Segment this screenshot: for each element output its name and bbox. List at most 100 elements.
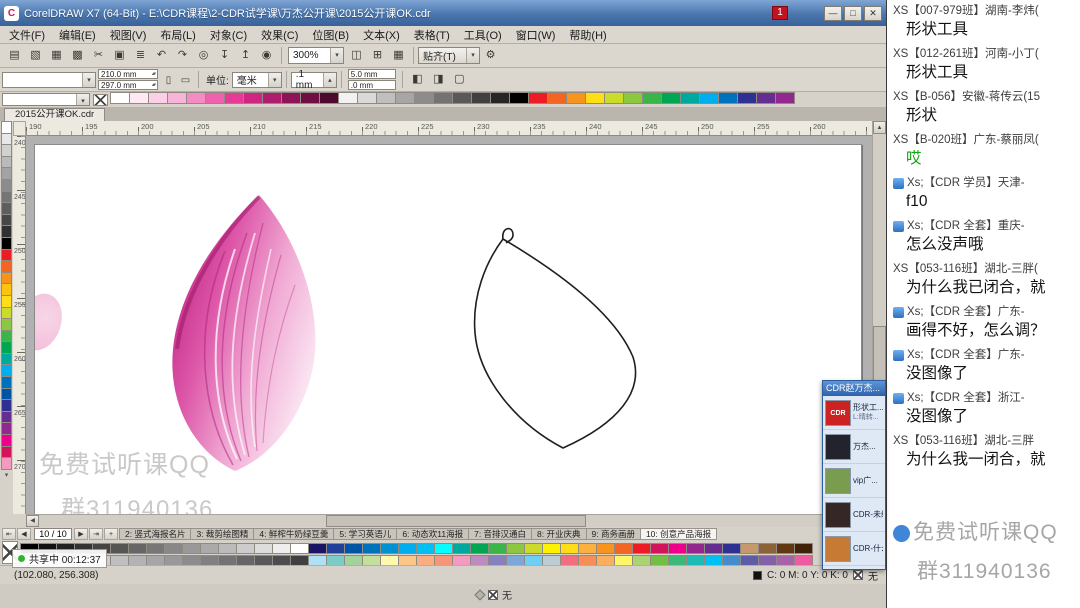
group-member-item[interactable]: 万杰... [823, 430, 885, 464]
document-palette-swatch[interactable] [642, 91, 662, 104]
menu-item-7[interactable]: 文本(X) [356, 26, 407, 44]
page-width-field[interactable]: 210.0 mm ▴▾ [98, 69, 158, 79]
portrait-button[interactable]: ▯ [161, 71, 176, 89]
page-tab-6[interactable]: 8: 开业庆典 [531, 528, 587, 540]
menu-item-2[interactable]: 视图(V) [103, 26, 154, 44]
document-palette-swatch[interactable] [756, 91, 776, 104]
document-palette-swatch[interactable] [737, 91, 757, 104]
document-palette-swatch[interactable] [167, 91, 187, 104]
units-select[interactable]: 毫米 ▾ [231, 71, 282, 88]
page-tab-3[interactable]: 5: 学习英语儿 [333, 528, 398, 540]
page-tab-0[interactable]: 2: 竖式海报名片 [119, 528, 192, 540]
previous-page-icon[interactable]: ◀ [17, 528, 31, 540]
page-height-field[interactable]: 297.0 mm ▴▾ [98, 80, 158, 90]
app-launcher-icon[interactable]: ◉ [257, 46, 276, 65]
menu-item-3[interactable]: 布局(L) [153, 26, 202, 44]
document-palette-swatch[interactable] [528, 91, 548, 104]
document-palette-swatch[interactable] [357, 91, 377, 104]
left-palette-swatch[interactable] [1, 457, 12, 470]
spinner-icon[interactable]: ▴▾ [152, 70, 156, 79]
document-palette-swatch[interactable] [224, 91, 244, 104]
menu-item-10[interactable]: 窗口(W) [509, 26, 563, 44]
show-rulers-icon[interactable]: ⊞ [368, 46, 387, 65]
page-tab-2[interactable]: 4: 鲜榨牛奶绿豆羹 [253, 528, 335, 540]
document-palette-swatch[interactable] [376, 91, 396, 104]
chat-sender[interactable]: XS【B-056】安徽-蒋传云(15 [893, 90, 1079, 105]
chat-sender[interactable]: XS【053-116班】湖北-三胖( [893, 262, 1079, 277]
chat-sender[interactable]: Xs;【CDR 全套】重庆- [893, 219, 1079, 234]
document-palette-swatch[interactable] [718, 91, 738, 104]
paste-icon[interactable]: ≣ [131, 46, 150, 65]
chat-sender[interactable]: Xs;【CDR 全套】浙江- [893, 391, 1079, 406]
show-grid-icon[interactable]: ▦ [389, 46, 408, 65]
menu-item-6[interactable]: 位图(B) [305, 26, 356, 44]
document-palette-swatch[interactable] [566, 91, 586, 104]
notification-badge[interactable]: 1 [772, 6, 788, 20]
close-button[interactable]: ✕ [864, 5, 882, 21]
menu-item-1[interactable]: 编辑(E) [52, 26, 103, 44]
document-palette-swatch[interactable] [623, 91, 643, 104]
document-palette-swatch[interactable] [585, 91, 605, 104]
document-palette-swatch[interactable] [395, 91, 415, 104]
page-tab-8[interactable]: 10: 创意产品海报 [639, 528, 718, 540]
menu-item-5[interactable]: 效果(C) [254, 26, 305, 44]
copy-icon[interactable]: ▣ [110, 46, 129, 65]
document-palette-swatch[interactable] [300, 91, 320, 104]
document-palette-swatch[interactable] [452, 91, 472, 104]
new-document-icon[interactable]: ▤ [5, 46, 24, 65]
drawing-area[interactable]: 免费试听课QQ 群311940136 [26, 136, 872, 514]
page-border-icon[interactable]: ▢ [450, 70, 469, 89]
pink-petal-artwork[interactable] [163, 189, 345, 481]
document-palette-swatch[interactable] [433, 91, 453, 104]
ruler-origin-corner[interactable] [13, 121, 26, 136]
add-page-icon[interactable]: + [104, 528, 118, 540]
document-palette-swatch[interactable] [680, 91, 700, 104]
menu-item-11[interactable]: 帮助(H) [562, 26, 613, 44]
document-palette-swatch[interactable] [129, 91, 149, 104]
document-palette-swatch[interactable] [547, 91, 567, 104]
vertical-ruler[interactable]: 240 245 250 255 260 265 270 [13, 136, 26, 514]
document-tab[interactable]: 2015公开课OK.cdr [4, 108, 106, 121]
document-palette-swatch[interactable] [699, 91, 719, 104]
horizontal-ruler[interactable]: 190 195 200 205 210 215 220 225 230 235 240 245 250 2… [26, 121, 872, 136]
document-palette-swatch[interactable] [262, 91, 282, 104]
landscape-button[interactable]: ▭ [178, 71, 193, 89]
treat-as-filled-icon[interactable]: ◧ [408, 70, 427, 89]
chat-sender[interactable]: Xs;【CDR 全套】广东- [893, 305, 1079, 320]
last-page-icon[interactable]: ⇥ [89, 528, 103, 540]
qq-group-panel[interactable]: CDR赵万杰... CDR 形状工... L:晴转... 万杰... vip广... CD… [822, 380, 886, 570]
document-palette-swatch[interactable] [281, 91, 301, 104]
document-palette-swatch[interactable] [243, 91, 263, 104]
first-page-icon[interactable]: ⇤ [2, 528, 16, 540]
scroll-left-icon[interactable]: ◀ [26, 515, 39, 527]
options-icon[interactable]: ⚙ [481, 46, 500, 65]
palette-preset-combo[interactable]: ▾ [2, 93, 90, 106]
document-palette-swatch[interactable] [490, 91, 510, 104]
search-content-icon[interactable]: ◎ [194, 46, 213, 65]
document-palette-swatch[interactable] [471, 91, 491, 104]
duplicate-x-field[interactable]: 5.0 mm [347, 69, 396, 79]
no-color-swatch[interactable] [93, 93, 108, 106]
page-canvas[interactable]: 免费试听课QQ 群311940136 [34, 144, 862, 514]
document-palette-swatch[interactable] [319, 91, 339, 104]
print-icon[interactable]: ▩ [68, 46, 87, 65]
menu-item-0[interactable]: 文件(F) [2, 26, 52, 44]
petal-outline-drawing[interactable] [451, 221, 665, 463]
document-palette-swatch[interactable] [186, 91, 206, 104]
palette-scroll-down-icon[interactable]: ▾ [5, 471, 9, 479]
snap-to-select[interactable]: 贴齐(T) ▾ [418, 47, 480, 64]
qq-group-panel-title[interactable]: CDR赵万杰... [823, 381, 885, 396]
group-member-item[interactable]: CDR 形状工... L:晴转... [823, 396, 885, 430]
page-tab-1[interactable]: 3: 裁剪绘图精 [190, 528, 255, 540]
cut-icon[interactable]: ✂ [89, 46, 108, 65]
duplicate-y-field[interactable]: .0 mm [347, 80, 396, 90]
open-icon[interactable]: ▧ [26, 46, 45, 65]
horizontal-scroll-thumb[interactable] [326, 515, 586, 527]
chat-sender[interactable]: Xs;【CDR 全套】广东- [893, 348, 1079, 363]
chat-sender[interactable]: XS【012-261班】河南-小丁( [893, 47, 1079, 62]
document-palette-swatch[interactable] [509, 91, 529, 104]
petal-fragment-shape[interactable] [35, 287, 69, 357]
menu-item-9[interactable]: 工具(O) [457, 26, 509, 44]
menu-item-8[interactable]: 表格(T) [407, 26, 457, 44]
horizontal-scrollbar[interactable]: ◀ ▶ [26, 514, 872, 527]
